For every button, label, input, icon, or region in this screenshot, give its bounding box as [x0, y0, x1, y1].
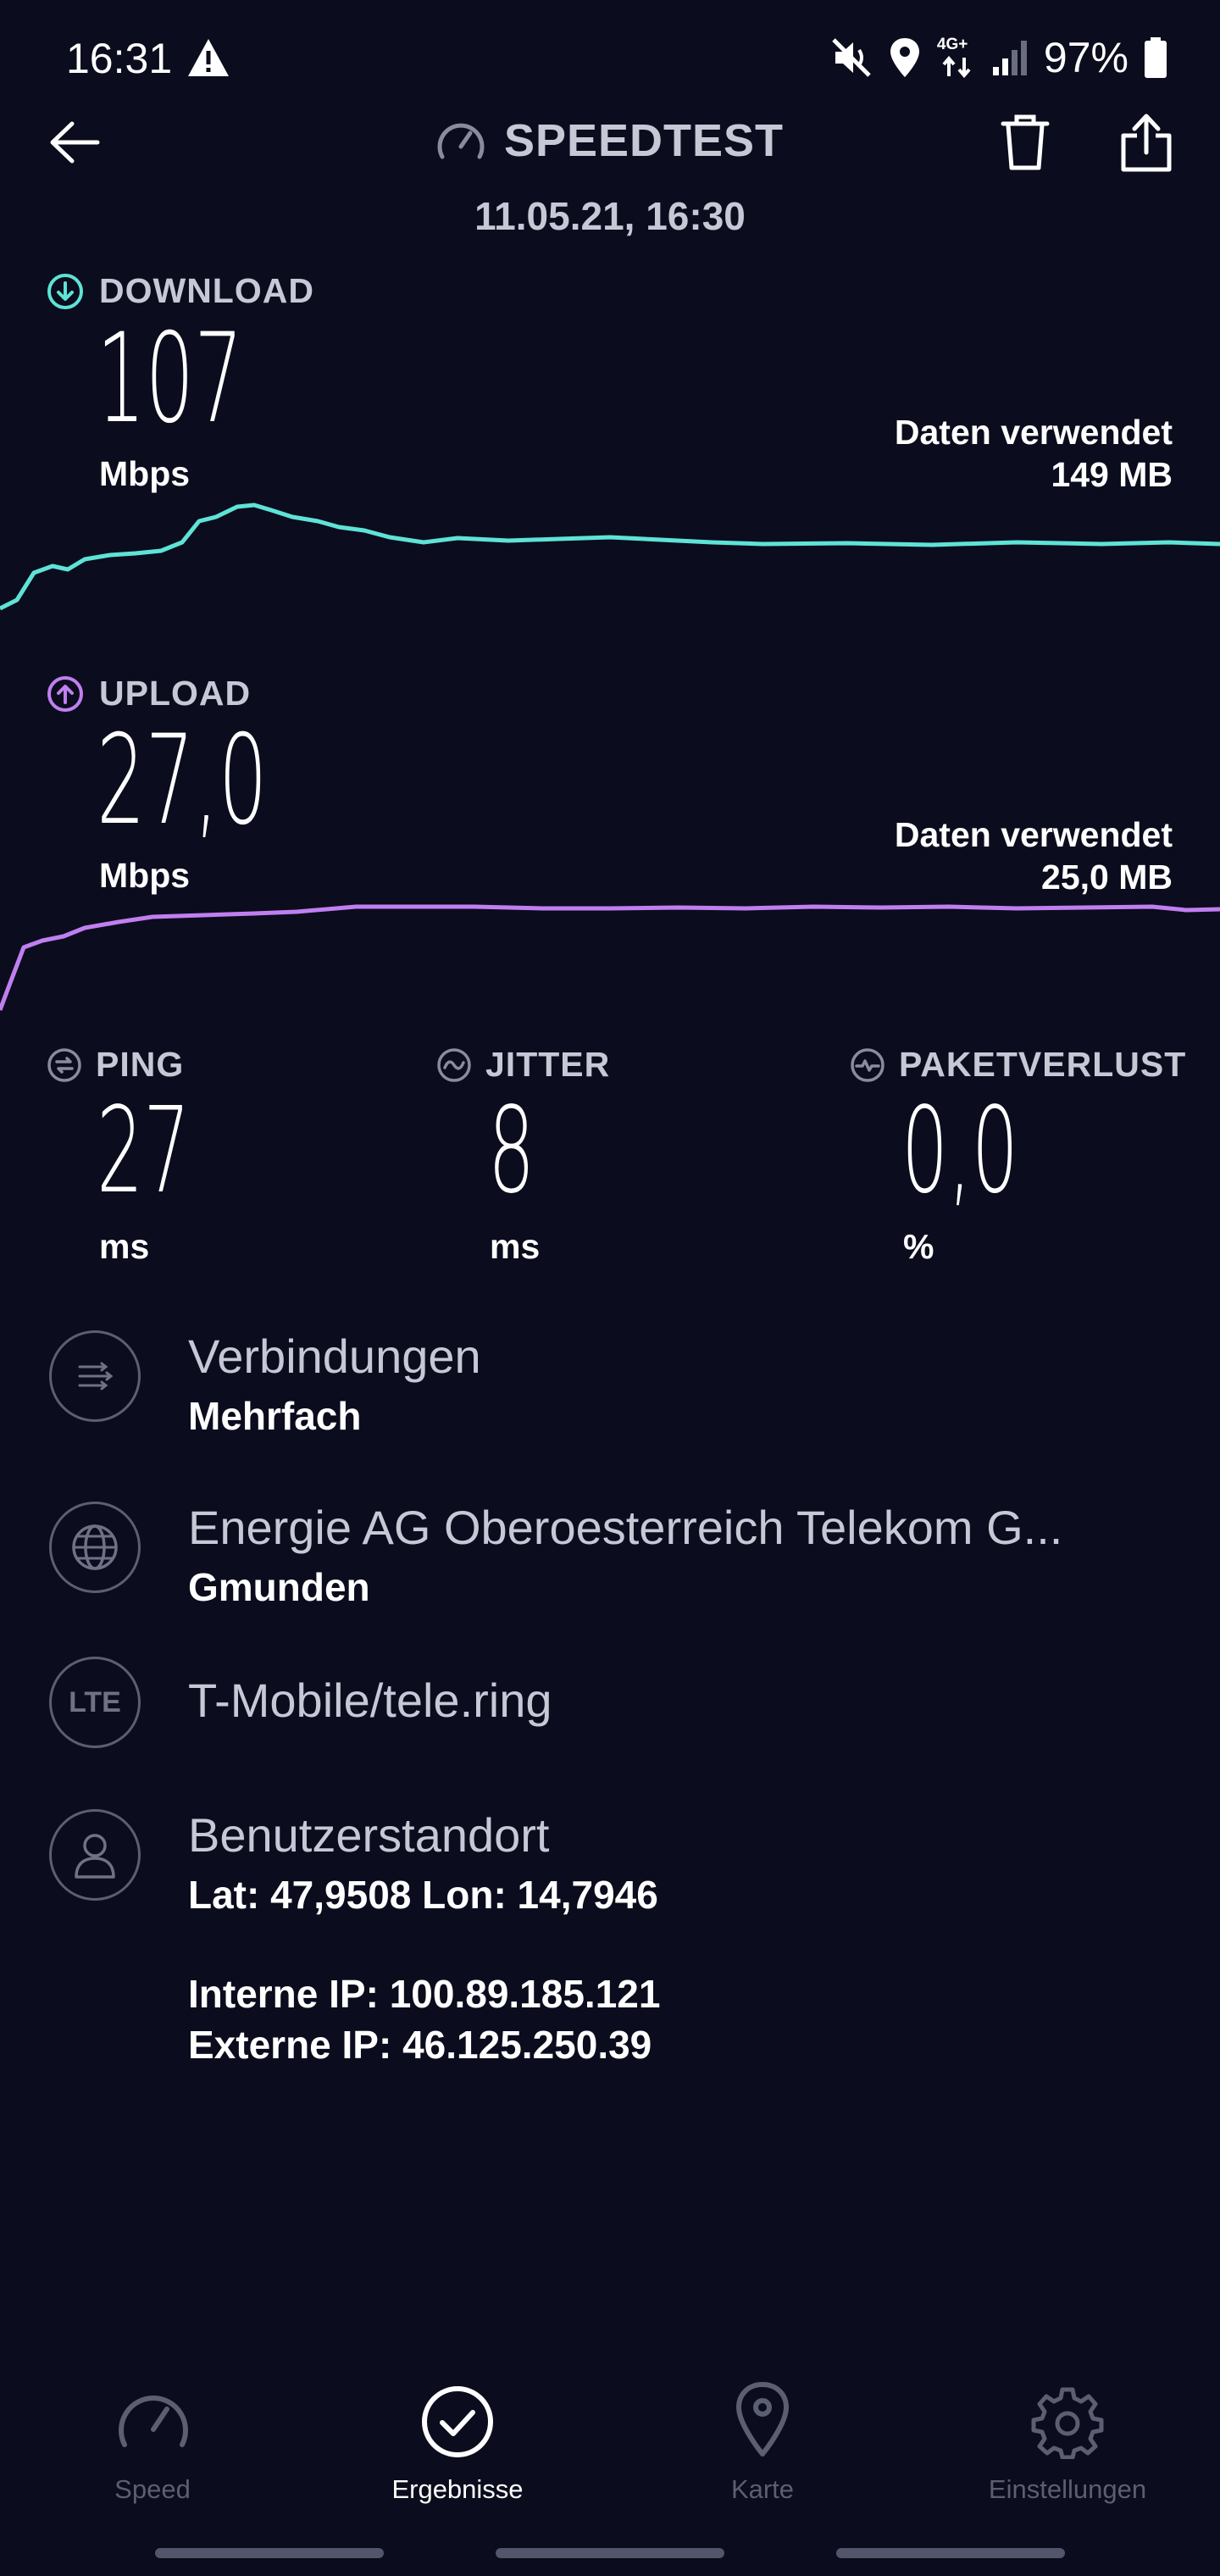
status-bar: 16:31 4G+ 97%: [0, 0, 1220, 119]
jitter-label: JITTER: [485, 1045, 611, 1084]
test-date: 11.05.21, 16:30: [474, 194, 746, 238]
speedometer-icon: [437, 123, 485, 159]
connections-value: Mehrfach: [188, 1394, 362, 1438]
ping-label: PING: [96, 1045, 185, 1084]
jitter-value: 8: [488, 1082, 535, 1220]
upload-label-row: UPLOAD: [47, 674, 251, 713]
user-location-icon-circle: [49, 1809, 141, 1901]
upload-label: UPLOAD: [99, 674, 252, 713]
jitter-icon: [437, 1047, 471, 1082]
ping-label-row: PING: [47, 1045, 184, 1085]
upload-graph: [0, 904, 1220, 1011]
trash-icon: [1001, 114, 1050, 170]
gear-icon: [1031, 2387, 1104, 2459]
network-type-icon: 4G+: [937, 36, 976, 80]
network-type-label: 4G+: [936, 36, 968, 53]
external-ip: Externe IP: 46.125.250.39: [188, 2023, 652, 2067]
nav-speed[interactable]: Speed: [25, 2381, 280, 2517]
internal-ip: Interne IP: 100.89.185.121: [188, 1972, 661, 2016]
title-text: SPEEDTEST: [503, 115, 785, 166]
gesture-indicator-center: [496, 2548, 724, 2558]
nav-speed-label: Speed: [114, 2474, 191, 2504]
connections-title: Verbindungen: [188, 1330, 481, 1383]
check-circle-icon: [422, 2386, 493, 2457]
status-time: 16:31: [66, 35, 173, 82]
user-location-coords: Lat: 47,9508 Lon: 14,7946: [188, 1873, 658, 1917]
nav-map[interactable]: Karte: [635, 2381, 890, 2517]
status-icons: 4G+ 97%: [830, 32, 1167, 83]
upload-trace: [0, 904, 1220, 1011]
nav-settings[interactable]: Einstellungen: [940, 2381, 1195, 2517]
speedtest-result-screen: 16:31 4G+ 97% SPEEDTEST 11.05.21, 16:30 …: [0, 0, 1220, 2576]
upload-icon: [47, 675, 83, 712]
download-data-used-label: Daten verwendet: [894, 413, 1173, 452]
user-icon: [75, 1834, 115, 1879]
packet-loss-unit: %: [903, 1227, 934, 1266]
ping-icon: [47, 1047, 81, 1082]
download-label-row: DOWNLOAD: [47, 271, 314, 311]
location-pin-icon: [890, 38, 919, 77]
battery-icon: [1145, 37, 1167, 78]
download-graph: [0, 502, 1220, 611]
gesture-indicator-left: [155, 2548, 384, 2558]
share-button[interactable]: [1120, 112, 1179, 176]
map-pin-icon: [736, 2382, 789, 2457]
share-icon: [1121, 114, 1172, 172]
lte-icon: LTE: [69, 1685, 121, 1718]
battery-percent: 97%: [1043, 34, 1128, 81]
ping-unit: ms: [99, 1227, 150, 1266]
packet-loss-label-row: PAKETVERLUST: [850, 1045, 1186, 1085]
server-location: Gmunden: [188, 1565, 370, 1609]
gesture-indicator-right: [836, 2548, 1065, 2558]
packet-loss-value: 0,0: [901, 1082, 1019, 1220]
warning-icon: [188, 39, 229, 76]
connections-icon-circle: [49, 1330, 141, 1422]
packet-loss-label: PAKETVERLUST: [899, 1045, 1187, 1084]
connections-icon: [78, 1362, 114, 1391]
signal-icon: [992, 41, 1027, 75]
download-label: DOWNLOAD: [99, 271, 314, 310]
carrier-icon-circle: LTE: [49, 1657, 141, 1748]
ping-value: 27: [97, 1082, 191, 1220]
download-value: 107: [97, 307, 243, 451]
upload-value: 27,0: [97, 708, 268, 852]
server-name: Energie AG Oberoesterreich Telekom G...: [188, 1501, 1063, 1554]
carrier-name: T-Mobile/tele.ring: [188, 1674, 552, 1727]
nav-map-label: Karte: [730, 2474, 795, 2504]
jitter-unit: ms: [490, 1227, 541, 1266]
nav-settings-label: Einstellungen: [988, 2474, 1147, 2504]
packet-loss-icon: [851, 1047, 884, 1082]
jitter-label-row: JITTER: [436, 1045, 610, 1085]
delete-button[interactable]: [1000, 112, 1059, 176]
server-icon-circle: [49, 1502, 141, 1593]
download-icon: [47, 273, 83, 309]
upload-data-used-label: Daten verwendet: [894, 815, 1173, 854]
nav-results[interactable]: Ergebnisse: [330, 2381, 585, 2517]
vibrate-mute-icon: [832, 38, 871, 77]
globe-icon: [72, 1524, 118, 1570]
nav-results-label: Ergebnisse: [391, 2474, 524, 2504]
user-location-title: Benutzerstandort: [188, 1808, 550, 1862]
download-trace: [0, 502, 1220, 611]
speedometer-nav-icon: [119, 2396, 188, 2447]
